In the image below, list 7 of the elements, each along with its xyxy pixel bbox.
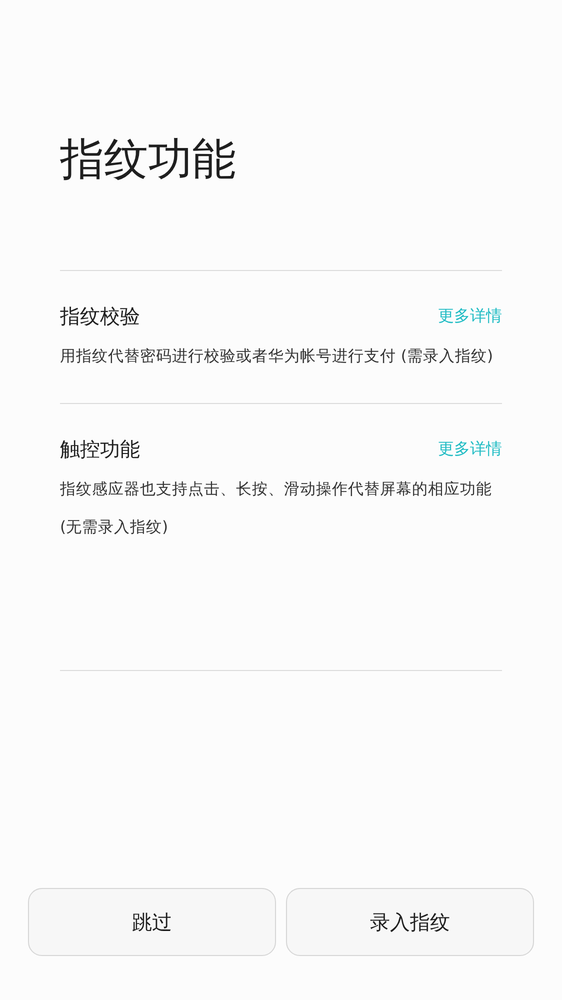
section-description: 指纹感应器也支持点击、长按、滑动操作代替屏幕的相应功能 (无需录入指纹) (60, 479, 493, 538)
section-title: 触控功能 (60, 436, 140, 463)
section-title: 指纹校验 (60, 303, 140, 330)
enroll-button[interactable]: 录入指纹 (286, 888, 534, 956)
skip-button[interactable]: 跳过 (28, 888, 276, 956)
page-title: 指纹功能 (60, 133, 237, 187)
section-description: 用指纹代替密码进行校验或者华为帐号进行支付 (需录入指纹) (60, 346, 494, 367)
